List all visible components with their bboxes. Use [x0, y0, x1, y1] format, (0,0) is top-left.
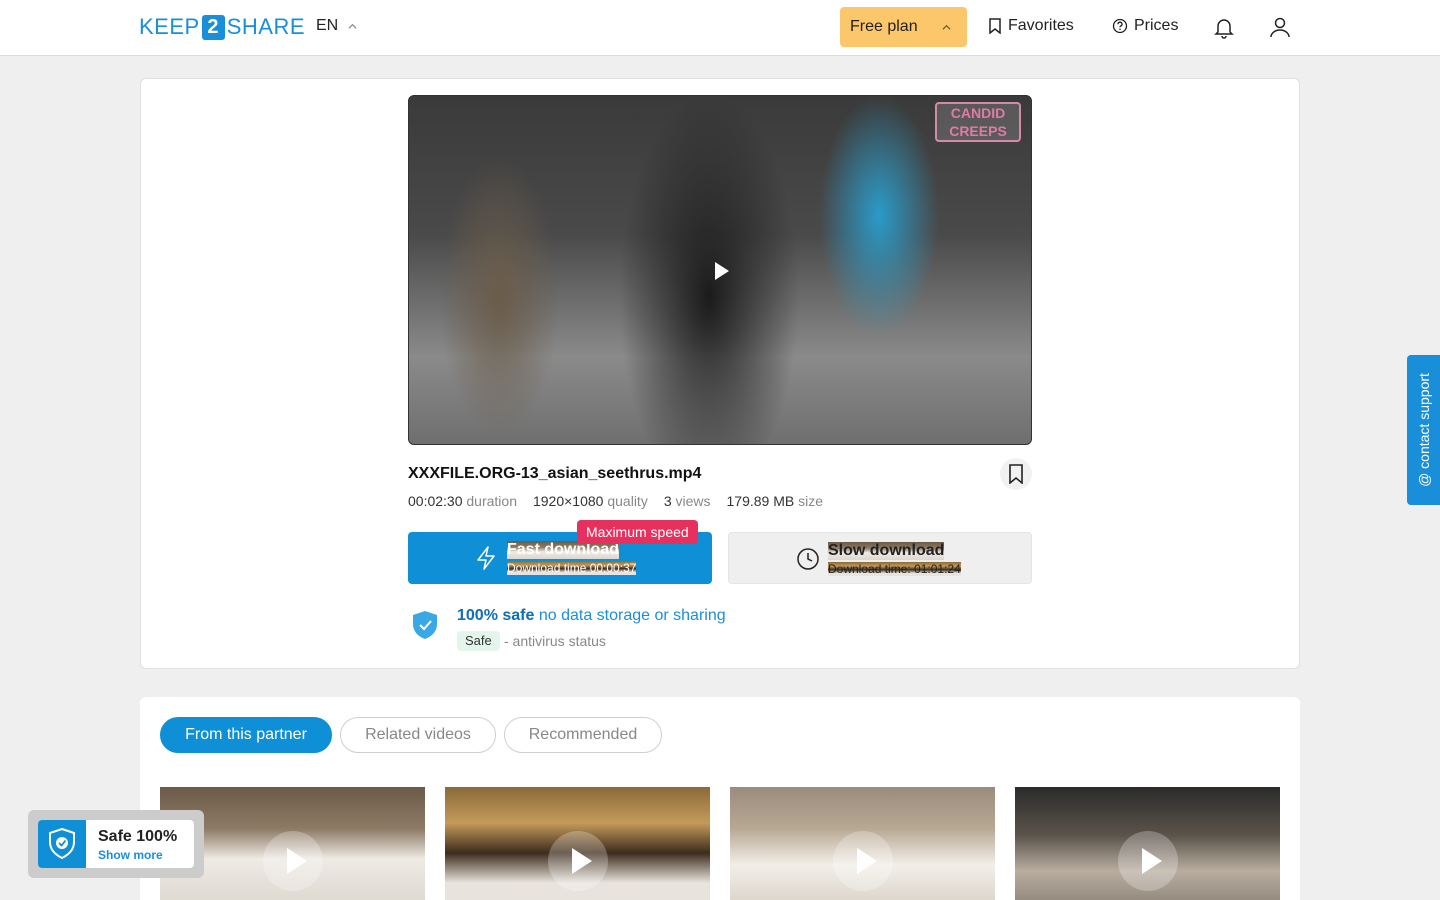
favorites-label: Favorites: [1008, 17, 1074, 34]
user-icon[interactable]: [1268, 15, 1292, 39]
quality-label: quality: [607, 493, 648, 509]
language-selector[interactable]: EN: [316, 17, 357, 35]
slow-download-button[interactable]: Slow download Download time: 01:01:24: [728, 532, 1032, 584]
safe-widget-title: Safe 100%: [98, 828, 178, 845]
maximum-speed-badge: Maximum speed: [577, 520, 698, 544]
logo-text-right: SHARE: [226, 14, 305, 39]
quality-value: 1920×1080: [532, 493, 604, 509]
safety-link[interactable]: no data storage or sharing: [539, 607, 726, 624]
duration-value: 00:02:30: [408, 493, 463, 509]
safe-widget-shield: [38, 820, 86, 868]
plan-label: Free plan: [850, 18, 918, 35]
logo-text-left: KEEP: [139, 14, 200, 39]
duration-meta: 00:02:30 duration: [408, 493, 517, 509]
bell-icon[interactable]: [1212, 15, 1236, 39]
shield-check-icon: [413, 611, 437, 639]
video-thumbnail[interactable]: [445, 787, 710, 900]
file-name: XXXFILE.ORG-13_asian_seethrus.mp4: [408, 465, 702, 482]
video-thumbnail[interactable]: [730, 787, 995, 900]
add-to-favorites-button[interactable]: [1000, 458, 1032, 490]
safety-title-bold: 100% safe: [457, 607, 535, 624]
video-thumbnail[interactable]: [1015, 787, 1280, 900]
lightning-icon: [477, 546, 495, 570]
views-value: 3: [663, 493, 672, 509]
shield-check-icon: [49, 827, 75, 860]
views-meta: 3 views: [664, 493, 711, 509]
duration-label: duration: [466, 493, 517, 509]
antivirus-safe-tag: Safe: [457, 631, 500, 651]
keep2share-logo[interactable]: KEEP 2 SHARE: [139, 14, 305, 40]
tab-related-videos[interactable]: Related videos: [340, 717, 496, 753]
play-icon[interactable]: [1118, 831, 1178, 891]
file-meta: 00:02:30 duration 1920×1080 quality 3 vi…: [408, 493, 823, 509]
slow-download-time: Download time: 01:01:24: [828, 562, 961, 576]
size-value: 179.89 MB: [726, 493, 795, 509]
logo-number: 2: [201, 14, 225, 40]
bookmark-icon: [1009, 464, 1023, 484]
prices-label: Prices: [1134, 17, 1179, 34]
play-icon[interactable]: [715, 262, 729, 280]
views-label: views: [675, 493, 711, 509]
contact-support-label: @ contact support: [1415, 373, 1432, 487]
chevron-up-icon: [348, 23, 357, 29]
clock-icon: [797, 548, 819, 570]
play-icon[interactable]: [263, 831, 323, 891]
video-watermark: CANDID CREEPS: [935, 102, 1021, 142]
play-icon[interactable]: [548, 831, 608, 891]
fast-download-time: Download time 00:00:37: [507, 561, 637, 575]
safety-title: 100% safe no data storage or sharing: [457, 607, 726, 625]
top-header: KEEP 2 SHARE EN Free plan Favorites Pric…: [0, 0, 1440, 56]
question-circle-icon: [1112, 18, 1128, 34]
size-meta: 179.89 MB size: [727, 493, 824, 509]
bookmark-icon: [989, 18, 1001, 34]
size-label: size: [798, 493, 824, 509]
tab-from-this-partner[interactable]: From this partner: [160, 717, 332, 753]
play-icon[interactable]: [833, 831, 893, 891]
show-more-link[interactable]: Show more: [98, 848, 163, 862]
tab-recommended[interactable]: Recommended: [504, 717, 662, 753]
safe-widget[interactable]: Safe 100% Show more: [28, 810, 204, 878]
chevron-up-icon: [942, 24, 951, 30]
safe-widget-inner: Safe 100% Show more: [38, 820, 194, 868]
language-label: EN: [316, 17, 339, 34]
prices-link[interactable]: Prices: [1112, 17, 1178, 35]
slow-download-title: Slow download: [828, 542, 945, 560]
antivirus-status: - antivirus status: [504, 633, 606, 649]
favorites-link[interactable]: Favorites: [988, 17, 1074, 35]
video-player[interactable]: CANDID CREEPS: [408, 95, 1032, 445]
free-plan-button[interactable]: Free plan: [840, 7, 967, 47]
contact-support-button[interactable]: @ contact support: [1407, 355, 1440, 505]
quality-meta: 1920×1080 quality: [533, 493, 648, 509]
